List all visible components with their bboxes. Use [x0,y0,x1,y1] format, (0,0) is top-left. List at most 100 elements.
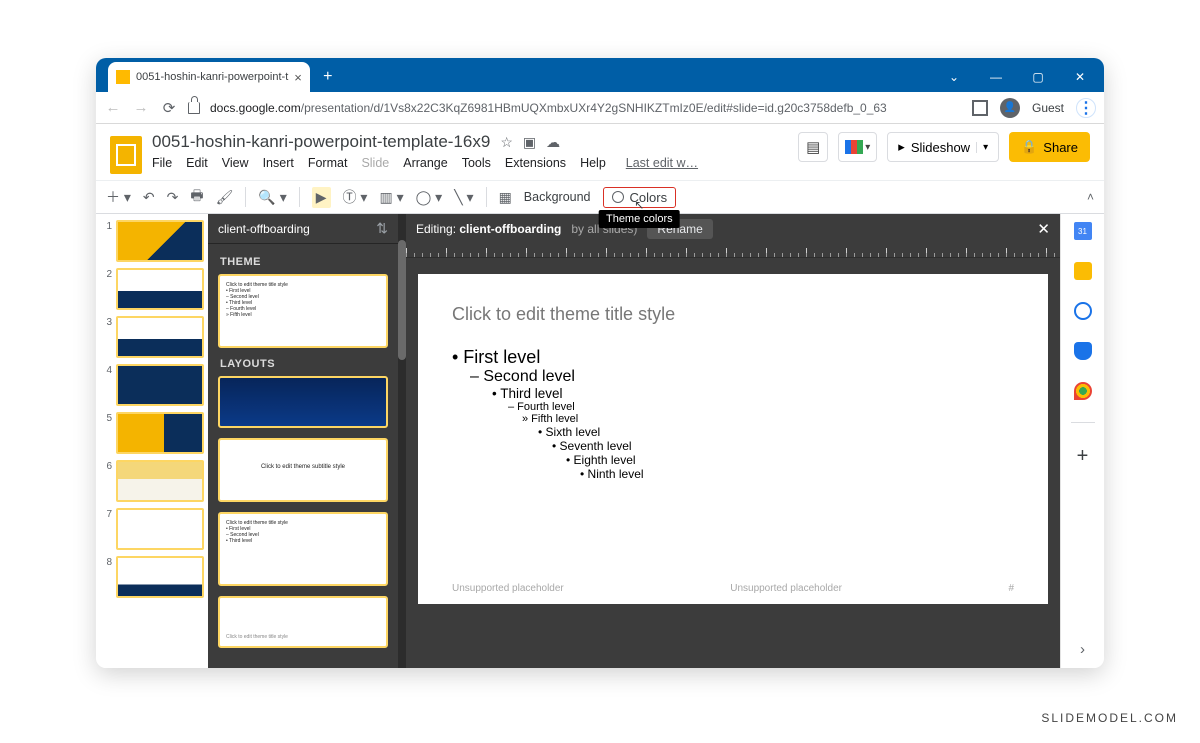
menu-extensions[interactable]: Extensions [505,156,566,170]
textbox-tool[interactable]: Ⓣ ▾ [343,187,368,207]
filmstrip[interactable]: 1 2 3 4 5 6 7 8 [96,214,208,668]
collapse-rail-icon[interactable]: › [1080,641,1085,658]
slides-favicon-icon [116,70,130,84]
layouts-section-label: LAYOUTS [220,358,386,370]
nav-back-icon[interactable]: ← [104,99,122,116]
cloud-status-icon[interactable]: ☁ [546,134,560,151]
print-button[interactable]: 🖶 [190,185,203,209]
menu-arrange[interactable]: Arrange [403,156,447,170]
lock-share-icon: 🔒 [1021,139,1037,155]
shape-tool[interactable]: ◯ ▾ [416,189,443,206]
menu-slide[interactable]: Slide [361,156,389,170]
palette-icon [612,191,624,203]
menu-view[interactable]: View [222,156,249,170]
menu-edit[interactable]: Edit [186,156,208,170]
theme-panel: client-offboarding ⇅ THEME Click to edit… [208,214,398,668]
placeholder-tool[interactable]: ▦ [499,189,512,206]
paint-format-button[interactable]: 🖌 [216,189,234,206]
window-minimize-icon[interactable]: — [982,70,1010,84]
slideshow-button[interactable]: ▸ Slideshow ▾ [887,132,999,162]
horizontal-ruler[interactable] [406,244,1060,258]
zoom-button[interactable]: 🔍 ▾ [258,189,286,206]
undo-button[interactable]: ↶ [143,189,155,206]
doc-title[interactable]: 0051-hoshin-kanri-powerpoint-template-16… [152,132,490,152]
layout-thumb[interactable]: Click to edit theme title style [218,596,388,648]
slide-thumb-8[interactable] [116,556,204,598]
background-button[interactable]: Background [524,190,591,204]
tasks-icon[interactable] [1074,302,1092,320]
calendar-icon[interactable] [1074,222,1092,240]
slide-thumb-1[interactable] [116,220,204,262]
slide-canvas[interactable]: Click to edit theme title style • First … [418,274,1048,604]
profile-avatar-icon[interactable]: 👤 [1000,98,1020,118]
footer-right: # [1008,583,1014,594]
image-tool[interactable]: ▥ ▾ [379,189,403,206]
slideshow-dropdown[interactable]: ▾ [976,142,988,153]
footer-mid: Unsupported placeholder [730,583,842,594]
side-panel-rail: + › [1060,214,1104,668]
new-slide-button[interactable]: ＋ ▾ [106,187,131,207]
toolbar: ＋ ▾ ↶ ↷ 🖶 🖌 🔍 ▾ ▶ Ⓣ ▾ ▥ ▾ ◯ ▾ ╲ ▾ ▦ Back… [96,180,1104,214]
layout-thumb[interactable]: Click to edit theme subtitle style [218,438,388,502]
theme-section-label: THEME [220,256,386,268]
collapse-toolbar-icon[interactable]: ˄ [1087,190,1094,204]
tab-title: 0051-hoshin-kanri-powerpoint-t [136,71,288,83]
canvas-title[interactable]: Click to edit theme title style [452,304,1014,325]
doc-header: 0051-hoshin-kanri-powerpoint-template-16… [96,124,1104,174]
window-close-icon[interactable]: ✕ [1066,70,1094,84]
tab-close-icon[interactable]: × [294,70,302,85]
browser-window: 0051-hoshin-kanri-powerpoint-t × + ⌄ — ▢… [96,58,1104,668]
tooltip: Theme colors [599,210,680,228]
slide-thumb-4[interactable] [116,364,204,406]
new-tab-button[interactable]: + [320,69,336,85]
address-bar: ← → ⟳ docs.google.com/presentation/d/1Vs… [96,92,1104,124]
line-tool[interactable]: ╲ ▾ [454,189,473,206]
browser-menu-icon[interactable]: ⋮ [1076,98,1096,118]
addons-plus-icon[interactable]: + [1077,445,1089,468]
menu-bar: File Edit View Insert Format Slide Arran… [152,152,788,170]
url-field[interactable]: docs.google.com/presentation/d/1Vs8x22C3… [210,101,962,115]
install-app-icon[interactable] [972,100,988,116]
select-tool[interactable]: ▶ [312,187,331,208]
slide-thumb-2[interactable] [116,268,204,310]
nav-forward-icon[interactable]: → [132,99,150,116]
layout-thumb[interactable] [218,376,388,428]
slide-thumb-7[interactable] [116,508,204,550]
layout-thumb[interactable]: Click to edit theme title style • First … [218,512,388,586]
titlebar: 0051-hoshin-kanri-powerpoint-t × + ⌄ — ▢… [96,58,1104,92]
comments-button[interactable]: ▤ [798,132,828,162]
star-icon[interactable]: ☆ [500,134,513,151]
contacts-icon[interactable] [1074,342,1092,360]
meet-icon [845,140,863,154]
menu-file[interactable]: File [152,156,172,170]
keep-icon[interactable] [1074,262,1092,280]
menu-insert[interactable]: Insert [263,156,294,170]
slide-thumb-6[interactable] [116,460,204,502]
last-edit-link[interactable]: Last edit w… [626,156,698,170]
theme-updown-icon[interactable]: ⇅ [376,220,388,237]
chevron-down-icon[interactable]: ⌄ [940,70,968,84]
move-icon[interactable]: ▣ [523,134,536,151]
colors-button[interactable]: Colors ↖ Theme colors [603,187,677,208]
lock-icon [188,102,200,114]
redo-button[interactable]: ↷ [167,189,179,206]
play-icon: ▸ [898,139,905,155]
meet-button[interactable]: ▾ [838,132,877,162]
menu-tools[interactable]: Tools [462,156,491,170]
close-theme-editor-icon[interactable]: ✕ [1037,220,1050,238]
nav-reload-icon[interactable]: ⟳ [160,99,178,117]
menu-format[interactable]: Format [308,156,348,170]
menu-help[interactable]: Help [580,156,606,170]
share-button[interactable]: 🔒 Share [1009,132,1090,162]
theme-name[interactable]: client-offboarding [218,222,376,236]
theme-master-thumb[interactable]: Click to edit theme title style • First … [218,274,388,348]
browser-tab[interactable]: 0051-hoshin-kanri-powerpoint-t × [108,62,310,92]
slide-thumb-5[interactable] [116,412,204,454]
slide-thumb-3[interactable] [116,316,204,358]
workspace: 1 2 3 4 5 6 7 8 client-offboarding ⇅ THE… [96,214,1104,668]
window-maximize-icon[interactable]: ▢ [1024,70,1052,84]
slides-logo-icon[interactable] [110,136,142,174]
maps-icon[interactable] [1074,382,1092,400]
panel-scrollbar[interactable] [398,214,406,668]
footer-left: Unsupported placeholder [452,583,564,594]
